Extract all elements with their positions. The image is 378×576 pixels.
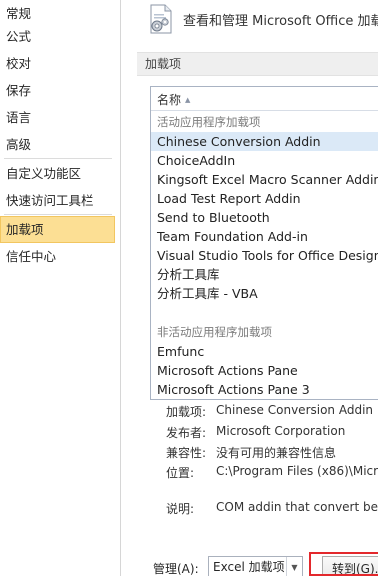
panel-header-title: 查看和管理 Microsoft Office 加载 [183, 13, 378, 29]
sidebar-item-label: 常规 [6, 6, 32, 21]
sidebar-item-label: 自定义功能区 [6, 166, 82, 181]
sidebar-divider [4, 158, 112, 159]
detail-location-label: 位置: [166, 466, 195, 480]
detail-publisher-value: Microsoft Corporation [216, 424, 346, 438]
list-item[interactable]: Kingsoft Excel Macro Scanner Addin [151, 170, 378, 189]
list-item[interactable]: Microsoft Actions Pane 3 [151, 380, 378, 399]
sidebar-divider [4, 214, 112, 215]
manage-dropdown[interactable]: Excel 加载项 ▼ [208, 556, 303, 576]
list-item[interactable]: Team Foundation Add-in [151, 227, 378, 246]
goto-button[interactable]: 转到(G)... [322, 556, 378, 576]
detail-description-value: COM addin that convert bet [216, 500, 378, 514]
sidebar-item-customize-ribbon[interactable]: 自定义功能区 [0, 160, 115, 187]
addins-list[interactable]: 名称 ▲ 活动应用程序加载项 Chinese Conversion Addin C… [150, 86, 378, 400]
sidebar-item-label: 加载项 [6, 222, 44, 237]
sidebar-item-label: 信任中心 [6, 249, 57, 264]
detail-publisher-label: 发布者: [166, 426, 207, 440]
section-title: 加载项 [145, 57, 182, 71]
manage-label: 管理(A): [153, 562, 199, 576]
detail-compat-value: 没有可用的兼容性信息 [216, 446, 337, 460]
list-item[interactable]: Microsoft Actions Pane [151, 361, 378, 380]
sidebar-item-trust-center[interactable]: 信任中心 [0, 243, 115, 270]
group-label-active: 活动应用程序加载项 [157, 115, 261, 129]
sidebar-item-label: 高级 [6, 137, 32, 152]
list-item[interactable]: Load Test Report Addin [151, 189, 378, 208]
chevron-down-icon: ▼ [286, 557, 302, 576]
list-item[interactable]: ChoiceAddIn [151, 151, 378, 170]
sidebar-item-quick-access-toolbar[interactable]: 快速访问工具栏 [0, 187, 115, 214]
sidebar-item-label: 公式 [6, 29, 32, 44]
manage-bar: 管理(A): Excel 加载项 ▼ 转到(G)... [137, 550, 378, 576]
options-sidebar: 常规 公式 校对 保存 语言 高级 自定义功能区 快速访问工具栏 加载项 信任中… [0, 0, 121, 576]
addin-gear-page-icon [150, 4, 172, 34]
list-item[interactable]: Emfunc [151, 342, 378, 361]
sidebar-item-proofing[interactable]: 校对 [0, 50, 115, 77]
sidebar-item-label: 快速访问工具栏 [6, 193, 94, 208]
sidebar-item-advanced[interactable]: 高级 [0, 131, 115, 158]
sidebar-item-label: 语言 [6, 110, 32, 125]
sidebar-item-save[interactable]: 保存 [0, 77, 115, 104]
panel-header: 查看和管理 Microsoft Office 加载 [145, 2, 378, 36]
column-header-name[interactable]: 名称 ▲ [151, 87, 378, 111]
goto-button-label: 转到(G)... [332, 562, 378, 576]
section-title-bar: 加载项 [137, 52, 378, 76]
detail-addin-value: Chinese Conversion Addin [216, 403, 374, 417]
list-item[interactable]: Visual Studio Tools for Office Design-T [151, 246, 378, 265]
sidebar-item-formulas[interactable]: 公式 [0, 23, 115, 50]
list-item[interactable]: Chinese Conversion Addin [151, 132, 378, 151]
sidebar-item-label: 保存 [6, 83, 32, 98]
sidebar-item-addins[interactable]: 加载项 [0, 216, 115, 243]
list-item[interactable]: Send to Bluetooth [151, 208, 378, 227]
list-item[interactable]: 分析工具库 - VBA [151, 284, 378, 303]
manage-dropdown-value: Excel 加载项 [213, 560, 285, 574]
detail-description-label: 说明: [166, 502, 195, 516]
sidebar-item-label: 校对 [6, 56, 32, 71]
detail-addin-label: 加载项: [166, 405, 207, 419]
addins-panel: 查看和管理 Microsoft Office 加载 加载项 名称 ▲ 活动应用程序… [121, 0, 378, 576]
list-item[interactable]: 分析工具库 [151, 265, 378, 284]
sidebar-item-language[interactable]: 语言 [0, 104, 115, 131]
group-label-inactive: 非活动应用程序加载项 [157, 325, 272, 339]
detail-compat-label: 兼容性: [166, 446, 207, 460]
detail-location-value: C:\Program Files (x86)\Micro [216, 464, 378, 478]
column-header-label: 名称 [157, 93, 182, 107]
sort-ascending-icon: ▲ [185, 96, 191, 104]
